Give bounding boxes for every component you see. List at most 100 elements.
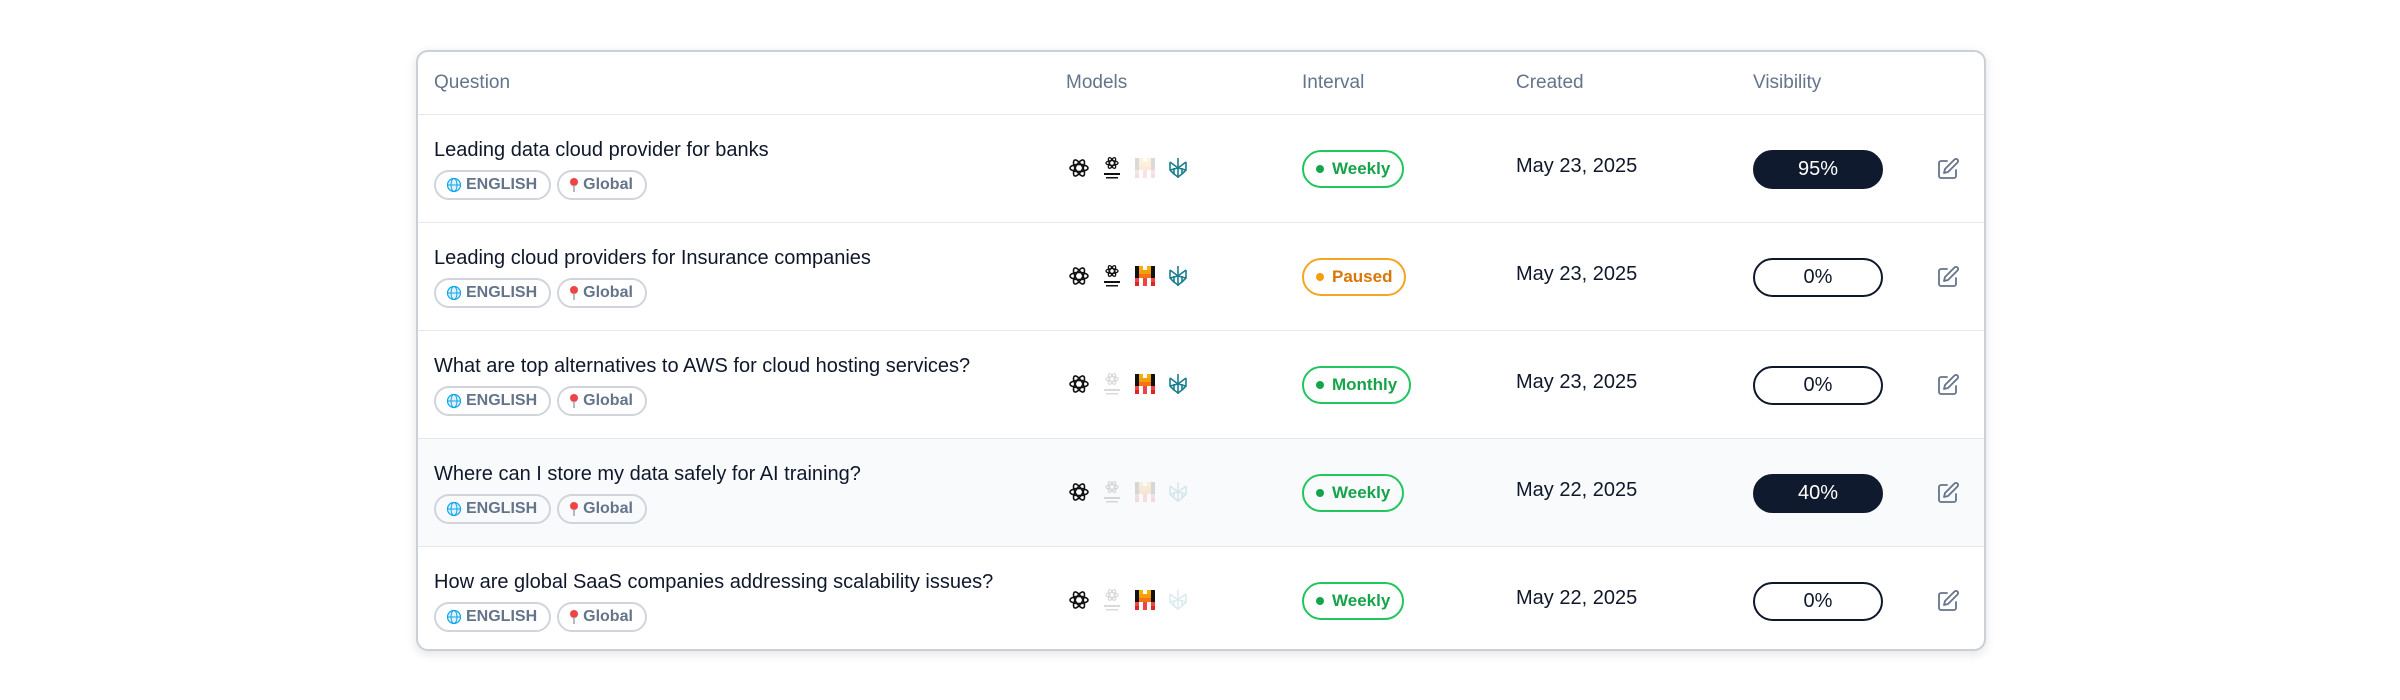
interval-badge[interactable]: Paused	[1302, 258, 1407, 296]
language-label: ENGLISH	[466, 500, 538, 517]
edit-icon[interactable]	[1936, 157, 1960, 181]
table-row[interactable]: Where can I store my data safely for AI …	[418, 438, 1984, 546]
question-tags: ENGLISH Global	[434, 278, 647, 308]
edit-icon[interactable]	[1936, 481, 1960, 505]
model-icons	[1066, 155, 1191, 181]
openai-search-icon	[1099, 263, 1125, 289]
language-chip: ENGLISH	[434, 602, 552, 632]
language-label: ENGLISH	[466, 392, 538, 409]
status-dot	[1316, 597, 1324, 605]
header-interval[interactable]: Interval	[1302, 72, 1364, 94]
model-icons	[1066, 263, 1191, 289]
mistral-icon	[1132, 263, 1158, 289]
created-date: May 23, 2025	[1516, 155, 1638, 177]
location-chip: Global	[557, 602, 647, 632]
question-tags: ENGLISH Global	[434, 494, 647, 524]
interval-label: Weekly	[1332, 483, 1391, 502]
interval-badge[interactable]: Weekly	[1302, 474, 1405, 512]
header-created[interactable]: Created	[1516, 72, 1584, 94]
question-text[interactable]: Where can I store my data safely for AI …	[434, 463, 861, 486]
openai-icon	[1066, 155, 1092, 181]
visibility-badge: 95%	[1753, 150, 1883, 189]
location-pin-icon	[569, 285, 579, 301]
status-dot	[1316, 273, 1324, 281]
question-text[interactable]: Leading data cloud provider for banks	[434, 139, 769, 162]
language-chip: ENGLISH	[434, 494, 552, 524]
mistral-icon	[1132, 587, 1158, 613]
location-label: Global	[583, 284, 633, 301]
openai-search-icon	[1099, 587, 1125, 613]
globe-icon	[446, 609, 462, 625]
question-text[interactable]: What are top alternatives to AWS for clo…	[434, 355, 970, 378]
openai-search-icon	[1099, 479, 1125, 505]
edit-icon[interactable]	[1936, 373, 1960, 397]
table-row[interactable]: How are global SaaS companies addressing…	[418, 546, 1984, 649]
model-icons	[1066, 587, 1191, 613]
edit-icon[interactable]	[1936, 589, 1960, 613]
openai-search-icon	[1099, 371, 1125, 397]
mistral-icon	[1132, 155, 1158, 181]
language-label: ENGLISH	[466, 608, 538, 625]
perplexity-icon	[1165, 479, 1191, 505]
model-icons	[1066, 479, 1191, 505]
location-label: Global	[583, 176, 633, 193]
status-dot	[1316, 489, 1324, 497]
language-chip: ENGLISH	[434, 170, 552, 200]
openai-search-icon	[1099, 155, 1125, 181]
openai-icon	[1066, 371, 1092, 397]
language-chip: ENGLISH	[434, 278, 552, 308]
edit-icon[interactable]	[1936, 265, 1960, 289]
created-date: May 23, 2025	[1516, 371, 1638, 393]
openai-icon	[1066, 479, 1092, 505]
table-row[interactable]: Leading cloud providers for Insurance co…	[418, 222, 1984, 330]
header-visibility[interactable]: Visibility	[1753, 72, 1821, 94]
model-icons	[1066, 371, 1191, 397]
location-chip: Global	[557, 386, 647, 416]
header-question[interactable]: Question	[434, 72, 510, 94]
location-pin-icon	[569, 393, 579, 409]
perplexity-icon	[1165, 587, 1191, 613]
interval-label: Monthly	[1332, 375, 1398, 394]
location-label: Global	[583, 500, 633, 517]
interval-badge[interactable]: Monthly	[1302, 366, 1412, 404]
created-date: May 23, 2025	[1516, 263, 1638, 285]
question-text[interactable]: How are global SaaS companies addressing…	[434, 571, 993, 594]
mistral-icon	[1132, 479, 1158, 505]
location-chip: Global	[557, 278, 647, 308]
interval-label: Paused	[1332, 267, 1393, 286]
location-label: Global	[583, 392, 633, 409]
visibility-badge: 40%	[1753, 474, 1883, 513]
globe-icon	[446, 501, 462, 517]
language-label: ENGLISH	[466, 284, 538, 301]
interval-label: Weekly	[1332, 591, 1391, 610]
questions-table: Question Models Interval Created Visibil…	[416, 50, 1986, 651]
location-chip: Global	[557, 494, 647, 524]
location-pin-icon	[569, 501, 579, 517]
openai-icon	[1066, 587, 1092, 613]
interval-label: Weekly	[1332, 159, 1391, 178]
interval-badge[interactable]: Weekly	[1302, 150, 1405, 188]
globe-icon	[446, 285, 462, 301]
visibility-badge: 0%	[1753, 366, 1883, 405]
language-chip: ENGLISH	[434, 386, 552, 416]
interval-badge[interactable]: Weekly	[1302, 582, 1405, 620]
globe-icon	[446, 177, 462, 193]
status-dot	[1316, 165, 1324, 173]
visibility-badge: 0%	[1753, 258, 1883, 297]
perplexity-icon	[1165, 371, 1191, 397]
perplexity-icon	[1165, 263, 1191, 289]
location-label: Global	[583, 608, 633, 625]
table-row[interactable]: Leading data cloud provider for banks EN…	[418, 114, 1984, 222]
question-tags: ENGLISH Global	[434, 170, 647, 200]
question-tags: ENGLISH Global	[434, 602, 647, 632]
question-tags: ENGLISH Global	[434, 386, 647, 416]
table-header: Question Models Interval Created Visibil…	[418, 52, 1984, 114]
openai-icon	[1066, 263, 1092, 289]
header-models[interactable]: Models	[1066, 72, 1127, 94]
location-pin-icon	[569, 177, 579, 193]
location-pin-icon	[569, 609, 579, 625]
question-text[interactable]: Leading cloud providers for Insurance co…	[434, 247, 871, 270]
visibility-badge: 0%	[1753, 582, 1883, 621]
globe-icon	[446, 393, 462, 409]
table-row[interactable]: What are top alternatives to AWS for clo…	[418, 330, 1984, 438]
